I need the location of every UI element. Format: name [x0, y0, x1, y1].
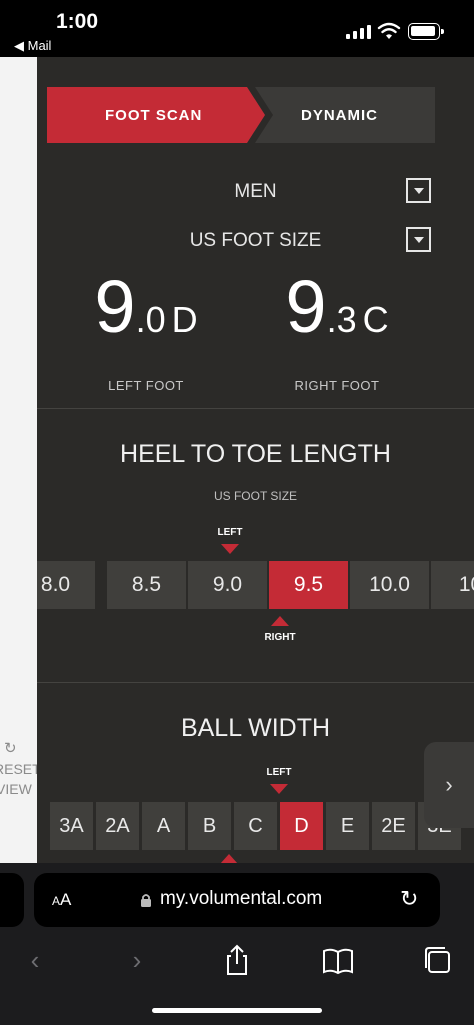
width-size-cell[interactable]: B: [188, 802, 231, 850]
length-title: HEEL TO TOE LENGTH: [120, 440, 391, 468]
wifi-icon: [377, 22, 401, 39]
aa-small: A: [52, 894, 61, 908]
length-size-cell[interactable]: 8.0: [37, 561, 95, 609]
length-left-marker-label: LEFT: [217, 527, 243, 538]
left-foot-size: 9.0 D LEFT FOOT: [37, 265, 255, 394]
chevron-right-icon: ›: [445, 772, 453, 797]
chevron-right-icon[interactable]: ›: [119, 942, 155, 978]
width-size-cell[interactable]: 3A: [50, 802, 93, 850]
length-subtitle: US FOOT SIZE: [213, 489, 298, 503]
divider: [37, 682, 474, 683]
width-size-cell[interactable]: C: [234, 802, 277, 850]
status-time: 1:00: [56, 10, 99, 33]
aa-large: A: [60, 890, 72, 909]
width-size-cell[interactable]: A: [142, 802, 185, 850]
results-panel: DYNAMIC FOOT SCAN MEN US FOOT SIZE 9.0 D …: [37, 57, 474, 863]
gender-dropdown-icon[interactable]: [406, 178, 431, 203]
right-size-decimal: .3: [326, 299, 357, 340]
book-icon[interactable]: [320, 942, 356, 978]
tabs-icon[interactable]: [420, 942, 456, 978]
browser-toolbar: ‹ ›: [0, 938, 474, 1025]
tab-foot-scan[interactable]: FOOT SCAN: [47, 87, 265, 143]
status-bar: 1:00 ◀ Mail: [0, 0, 474, 57]
right-size-width: C: [362, 299, 389, 340]
width-size-cell[interactable]: 2A: [96, 802, 139, 850]
right-foot-size: 9.3 C RIGHT FOOT: [228, 265, 446, 394]
size-system-select[interactable]: US FOOT SIZE: [37, 227, 474, 257]
view-label: VIEW: [0, 781, 32, 797]
width-size-cell[interactable]: E: [326, 802, 369, 850]
home-indicator: [152, 1008, 322, 1013]
length-right-marker-label: RIGHT: [264, 632, 296, 643]
left-foot-caption: LEFT FOOT: [108, 378, 184, 393]
width-size-cell[interactable]: D: [280, 802, 323, 850]
model-viewer-strip: ↻ RESET VIEW: [0, 57, 41, 863]
right-foot-caption: RIGHT FOOT: [294, 378, 380, 393]
width-left-marker-label: LEFT: [266, 767, 292, 778]
reset-view-button[interactable]: ↻ RESET VIEW: [0, 739, 41, 799]
width-right-marker-icon: [220, 854, 238, 863]
divider: [37, 408, 474, 409]
web-page: ↻ RESET VIEW DYNAMIC FOOT SCAN MEN US FO…: [0, 57, 474, 863]
scan-tabs: DYNAMIC FOOT SCAN: [47, 87, 435, 143]
url-text[interactable]: my.volumental.com: [160, 888, 322, 910]
tab-foot-scan-label: FOOT SCAN: [105, 106, 203, 124]
left-size-whole: 9: [94, 265, 136, 348]
length-size-cell[interactable]: 8.5: [107, 561, 186, 609]
length-right-marker-icon: [271, 616, 289, 626]
share-icon[interactable]: [219, 942, 255, 978]
address-bar[interactable]: AA my.volumental.com ↻: [34, 873, 440, 927]
previous-tab-peek[interactable]: [0, 873, 24, 927]
length-size-cell[interactable]: 10: [431, 561, 474, 609]
right-size-whole: 9: [285, 265, 327, 348]
lock-icon: [141, 894, 151, 907]
cellular-signal-icon: [346, 25, 372, 39]
reader-options-button[interactable]: AA: [52, 890, 71, 910]
battery-icon: [408, 23, 444, 40]
next-chevron-button[interactable]: ›: [424, 742, 474, 828]
length-size-cell[interactable]: 10.0: [350, 561, 429, 609]
reset-label: RESET: [0, 761, 41, 777]
width-size-cell[interactable]: 2E: [372, 802, 415, 850]
left-size-width: D: [171, 299, 198, 340]
width-title: BALL WIDTH: [180, 714, 331, 742]
tab-dynamic-label: DYNAMIC: [301, 106, 378, 124]
length-left-marker-icon: [221, 544, 239, 554]
reload-icon[interactable]: ↻: [400, 886, 418, 912]
left-size-decimal: .0: [135, 299, 166, 340]
length-size-cell[interactable]: 9.0: [188, 561, 267, 609]
chevron-left-icon[interactable]: ‹: [17, 942, 53, 978]
width-left-marker-icon: [270, 784, 288, 794]
size-system-dropdown-icon[interactable]: [406, 227, 431, 252]
gender-select[interactable]: MEN: [37, 178, 474, 208]
browser-address-area: AA my.volumental.com ↻: [0, 863, 474, 938]
back-to-mail-link[interactable]: ◀ Mail: [14, 38, 51, 54]
length-size-cell[interactable]: 9.5: [269, 561, 348, 609]
reset-icon: ↻: [4, 740, 17, 757]
